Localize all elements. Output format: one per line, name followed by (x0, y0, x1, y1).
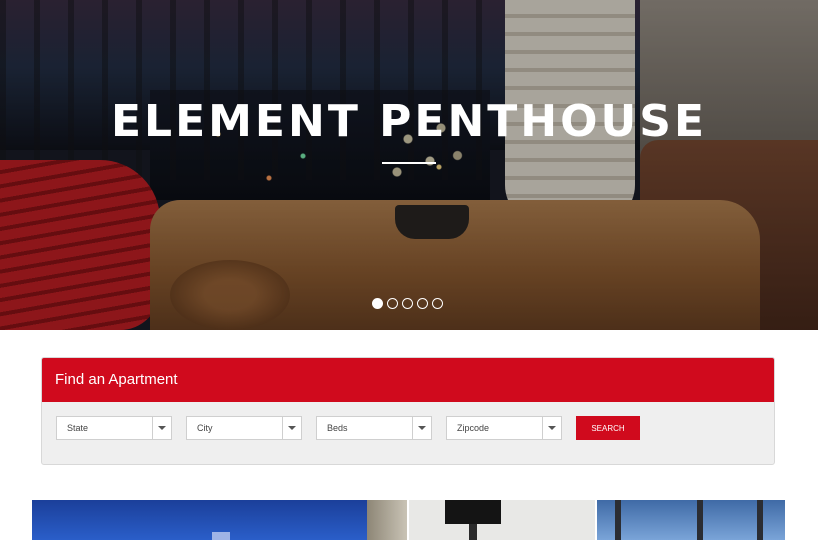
thumbnail-tv (445, 500, 501, 524)
chevron-down-icon[interactable] (152, 417, 171, 439)
property-thumbnail-2[interactable] (409, 500, 595, 540)
thumbnail-frame (367, 500, 407, 540)
beds-select[interactable]: Beds (316, 416, 432, 440)
hero-carousel: ELEMENT PENTHOUSE (0, 0, 818, 330)
thumbnail-window-mullion (757, 500, 763, 540)
hero-title-divider (382, 162, 436, 164)
thumbnail-window-mullion (615, 500, 621, 540)
zipcode-select-value: Zipcode (457, 423, 490, 433)
chevron-down-icon[interactable] (412, 417, 431, 439)
city-select[interactable]: City (186, 416, 302, 440)
beds-select-value: Beds (327, 423, 348, 433)
property-thumbnail-1[interactable] (32, 500, 407, 540)
carousel-dot-5[interactable] (432, 298, 443, 309)
state-select[interactable]: State (56, 416, 172, 440)
carousel-dot-1[interactable] (372, 298, 383, 309)
chevron-down-icon[interactable] (542, 417, 561, 439)
zipcode-select[interactable]: Zipcode (446, 416, 562, 440)
property-thumbnail-3[interactable] (597, 500, 785, 540)
search-button[interactable]: SEARCH (576, 416, 640, 440)
hero-title: ELEMENT PENTHOUSE (111, 96, 707, 147)
carousel-pagination (372, 298, 443, 309)
thumbnail-tv-stand (469, 524, 477, 540)
thumbnail-skyline (212, 532, 230, 540)
carousel-dot-2[interactable] (387, 298, 398, 309)
chevron-down-icon[interactable] (282, 417, 301, 439)
search-fields: State City Beds Zipcode SEARCH (56, 416, 640, 440)
state-select-value: State (67, 423, 89, 433)
city-select-value: City (197, 423, 213, 433)
carousel-dot-4[interactable] (417, 298, 428, 309)
carousel-dot-3[interactable] (402, 298, 413, 309)
thumbnail-window-mullion (697, 500, 703, 540)
search-panel-heading: Find an Apartment (42, 358, 774, 402)
apartment-search-panel: Find an Apartment State City Beds Zipcod… (41, 357, 775, 465)
hero-overlay (0, 0, 818, 330)
